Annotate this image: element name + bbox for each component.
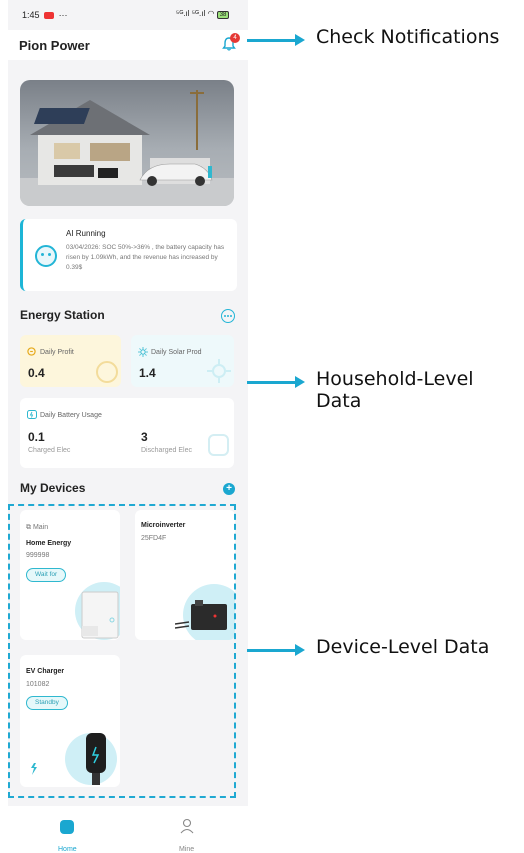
- add-device-button[interactable]: +: [223, 483, 235, 495]
- notifications-arrow: [247, 34, 305, 46]
- callout-household-data: Household-Level Data: [316, 368, 474, 412]
- daily-solar-card[interactable]: Daily Solar Prod 1.4: [131, 335, 234, 387]
- battery-usage-card[interactable]: Daily Battery Usage 0.1 Charged Elec 3 D…: [20, 398, 234, 468]
- sun-watermark-icon: [207, 359, 231, 383]
- ai-title: AI Running: [66, 229, 106, 238]
- user-icon[interactable]: [180, 818, 194, 834]
- status-right: ⁵ᴳ.ıl ⁵ᴳ.ıl ◠ 38: [176, 9, 230, 19]
- battery-icon: 38: [216, 11, 230, 19]
- daily-profit-card[interactable]: Daily Profit 0.4: [20, 335, 121, 387]
- my-devices-title: My Devices: [20, 481, 86, 495]
- ai-description: 03/04/2026: SOC 50%->36% , the battery c…: [66, 244, 225, 271]
- daily-solar-value: 1.4: [139, 366, 156, 380]
- notification-badge: 4: [230, 33, 240, 43]
- profit-watermark-icon: [96, 361, 118, 383]
- battery-usage-icon: [27, 410, 37, 419]
- bottom-nav: Home Mine: [8, 806, 248, 853]
- ai-running-card[interactable]: AI Running 03/04/2026: SOC 50%->36% , th…: [20, 219, 237, 291]
- ai-robot-icon: [35, 245, 57, 267]
- battery-watermark-icon: [208, 434, 229, 456]
- wifi-icon: ◠: [207, 9, 215, 18]
- battery-usage-label: Daily Battery Usage: [40, 412, 102, 419]
- charged-label: Charged Elec: [28, 447, 71, 454]
- status-bar: 1:45 ···: [22, 10, 68, 20]
- coin-icon: [27, 347, 36, 356]
- charged-value: 0.1: [28, 430, 45, 444]
- status-dots: ···: [58, 10, 68, 20]
- signal-icon: ⁵ᴳ.ıl ⁵ᴳ.ıl: [176, 9, 206, 18]
- device-highlight-box: [8, 504, 236, 798]
- sun-icon: [138, 347, 148, 357]
- more-icon[interactable]: [221, 309, 235, 323]
- daily-solar-label: Daily Solar Prod: [151, 349, 202, 356]
- app-bar: Pion Power 4: [8, 30, 248, 60]
- house-image: [20, 90, 234, 206]
- nav-home-label[interactable]: Home: [58, 846, 77, 853]
- daily-profit-label: Daily Profit: [40, 349, 74, 356]
- device-arrow: [247, 644, 305, 656]
- nav-mine-label[interactable]: Mine: [179, 846, 194, 853]
- app-title: Pion Power: [19, 38, 90, 53]
- household-arrow: [247, 376, 305, 388]
- home-icon[interactable]: [60, 820, 74, 834]
- app-notification-icon: [44, 12, 55, 20]
- callout-device-data: Device-Level Data: [316, 636, 490, 658]
- callout-check-notifications: Check Notifications: [316, 26, 500, 48]
- status-time: 1:45: [22, 10, 40, 20]
- daily-profit-value: 0.4: [28, 366, 45, 380]
- house-illustration: [20, 80, 234, 206]
- energy-station-title: Energy Station: [20, 308, 105, 322]
- discharged-value: 3: [141, 430, 148, 444]
- discharged-label: Discharged Elec: [141, 447, 192, 454]
